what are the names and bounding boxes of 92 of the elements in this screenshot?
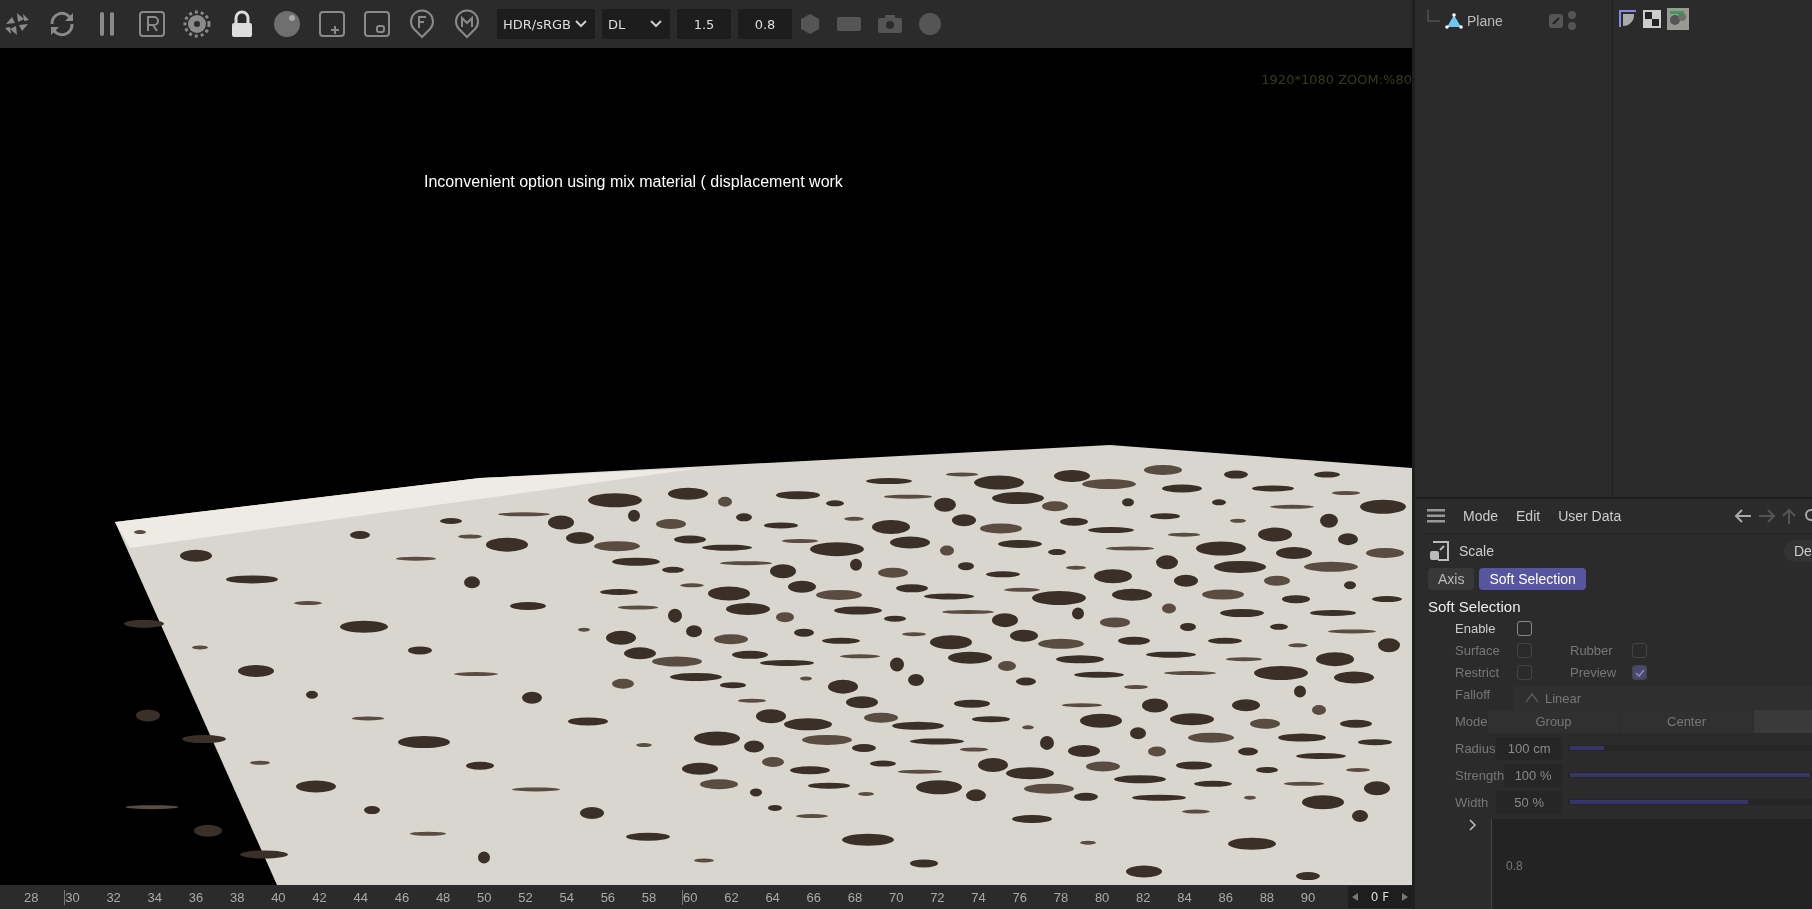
frame-number: 58 <box>641 889 658 905</box>
checkbox-label: Surface <box>1455 643 1501 658</box>
frame-number: 46 <box>394 889 411 905</box>
frame-number: 82 <box>1136 889 1152 905</box>
frame-number: 74 <box>971 889 987 905</box>
r-square-icon[interactable] <box>137 9 167 39</box>
search-icon[interactable] <box>1802 508 1812 524</box>
add-region-icon[interactable] <box>317 9 347 39</box>
number-field[interactable]: 1.5 <box>677 9 731 39</box>
frame-number: 68 <box>847 889 864 905</box>
graph-value-label: 0.8 <box>1506 859 1523 873</box>
checkbox-label: Enable <box>1455 621 1497 636</box>
value-field[interactable]: 100 cm <box>1496 736 1562 760</box>
checkmark-icon <box>1634 668 1645 677</box>
frame-number: 84 <box>1177 889 1193 905</box>
tree-line-icon <box>1427 10 1441 22</box>
frame-number: 78 <box>1053 889 1070 905</box>
menu-icon[interactable] <box>1427 509 1445 523</box>
slider-fill[interactable] <box>1570 746 1604 750</box>
menu-item[interactable]: User Data <box>1558 508 1622 524</box>
frame-number: 50 <box>477 889 493 905</box>
slider-track[interactable] <box>1568 799 1812 805</box>
value-field[interactable]: 100 % <box>1504 763 1562 787</box>
checkbox-label: Preview <box>1570 665 1618 680</box>
frame-number: 64 <box>765 889 781 905</box>
plane-object-icon <box>1445 13 1463 29</box>
sphere-icon[interactable] <box>272 9 302 39</box>
viewport-caption: Inconvenient option using mix material ( displacement work <box>424 173 843 191</box>
frame-number: 42 <box>312 889 328 905</box>
visibility-dots-icon[interactable] <box>1567 10 1577 32</box>
field-label: Mode <box>1455 713 1488 729</box>
field-label: Falloff <box>1455 686 1492 702</box>
resolution-label: 1920*1080 ZOOM:%80 <box>1261 72 1412 87</box>
checkbox[interactable] <box>1517 621 1532 636</box>
frame-number: 60 <box>682 889 725 905</box>
chevron-down-icon <box>650 20 662 28</box>
field-label: Radius <box>1455 740 1497 756</box>
frame-number: 34 <box>147 889 164 905</box>
frame-number: 76 <box>1012 889 1028 905</box>
frame-number: 54 <box>559 889 575 905</box>
frame-number: 32 <box>106 889 122 905</box>
region-icon[interactable] <box>362 9 392 39</box>
frame-number: 62 <box>724 889 740 905</box>
field-label: Strength <box>1455 767 1505 783</box>
frame-number: 70 <box>888 889 905 905</box>
frame-number: 56 <box>600 889 617 905</box>
frame-number: 90 <box>1300 889 1317 905</box>
chevron-down-icon <box>575 20 587 28</box>
field-label: Width <box>1455 794 1490 810</box>
frame-number: 36 <box>188 889 205 905</box>
value-field[interactable]: 50 % <box>1496 790 1562 814</box>
f-pin-icon[interactable] <box>407 9 437 39</box>
expand-chevron-icon[interactable] <box>1469 819 1477 831</box>
material-tag-icon[interactable] <box>1619 10 1637 28</box>
checkbox-label: Restrict <box>1455 665 1501 680</box>
menu-item[interactable]: Mode <box>1463 508 1499 524</box>
render-dropdown[interactable]: HDR/sRGB <box>497 9 595 39</box>
mode-button[interactable]: De <box>1784 540 1812 562</box>
step-forward-icon[interactable] <box>1402 893 1408 901</box>
checker-tag-icon[interactable] <box>1643 10 1661 28</box>
tab[interactable]: Soft Selection <box>1479 568 1586 590</box>
frame-number: 30 <box>64 889 107 905</box>
frame-number: 80 <box>1094 889 1111 905</box>
frame-number: 88 <box>1259 889 1276 905</box>
frame-number: 40 <box>271 889 287 905</box>
tab[interactable]: Axis <box>1428 568 1475 590</box>
render-dropdown[interactable]: DL <box>602 9 670 39</box>
scale-tool-icon <box>1429 541 1449 561</box>
object-title: Scale <box>1459 543 1495 559</box>
frame-number: 28 <box>24 889 40 905</box>
texture-tag-icon[interactable] <box>1667 8 1689 30</box>
number-field[interactable]: 0.8 <box>738 9 792 39</box>
frame-number: 44 <box>353 889 369 905</box>
linear-curve-icon <box>1525 693 1539 703</box>
step-back-icon[interactable] <box>1352 893 1358 901</box>
slider-fill[interactable] <box>1570 800 1748 804</box>
frame-number: 86 <box>1218 889 1234 905</box>
back-arrow-icon[interactable] <box>1734 509 1752 523</box>
menu-item[interactable]: Edit <box>1516 508 1541 524</box>
frame-number: 66 <box>806 889 823 905</box>
frame-field[interactable]: 0 F <box>1348 886 1412 908</box>
object-name[interactable]: Plane <box>1467 13 1545 29</box>
frame-number: 52 <box>518 889 534 905</box>
slider-track[interactable] <box>1568 745 1812 751</box>
frame-number: 48 <box>435 889 452 905</box>
section-title: Soft Selection <box>1427 597 1522 617</box>
gear-icon[interactable] <box>182 9 212 39</box>
frame-number: 38 <box>229 889 246 905</box>
m-pin-icon[interactable] <box>452 9 482 39</box>
checkbox-label: Rubber <box>1570 643 1614 658</box>
frame-number: 72 <box>930 889 946 905</box>
edit-toggle-icon[interactable] <box>1549 14 1563 28</box>
